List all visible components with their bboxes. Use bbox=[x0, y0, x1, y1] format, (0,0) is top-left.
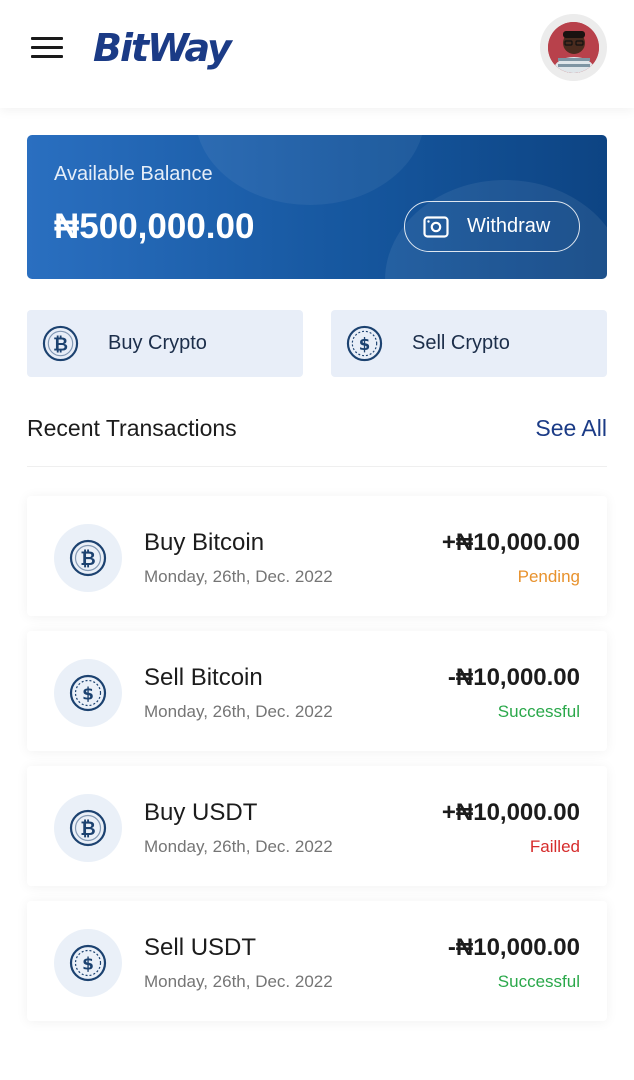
transaction-date: Monday, 26th, Dec. 2022 bbox=[144, 702, 333, 721]
balance-label: Available Balance bbox=[54, 163, 213, 185]
dollar-coin-icon: $ bbox=[346, 325, 383, 362]
transaction-name: Sell USDT bbox=[144, 934, 257, 961]
buy-crypto-label: Buy Crypto bbox=[108, 332, 207, 354]
svg-text:₿: ₿ bbox=[80, 818, 95, 840]
transaction-name: Buy Bitcoin bbox=[144, 529, 265, 556]
transaction-row[interactable]: $ Sell USDT Monday, 26th, Dec. 2022 -₦10… bbox=[27, 901, 607, 1021]
app-header: BitWay bbox=[0, 0, 634, 108]
transaction-row[interactable]: ₿ Buy USDT Monday, 26th, Dec. 2022 +₦10,… bbox=[27, 766, 607, 886]
withdraw-label: Withdraw bbox=[467, 215, 551, 237]
wallet-icon bbox=[423, 215, 449, 238]
buy-crypto-button[interactable]: ₿ Buy Crypto bbox=[27, 310, 303, 377]
transaction-row[interactable]: $ Sell Bitcoin Monday, 26th, Dec. 2022 -… bbox=[27, 631, 607, 751]
transaction-icon-wrap: $ bbox=[54, 929, 122, 997]
transaction-icon-wrap: $ bbox=[54, 659, 122, 727]
svg-text:$: $ bbox=[82, 685, 94, 705]
balance-amount: ₦500,000.00 bbox=[54, 207, 255, 246]
transaction-icon-wrap: ₿ bbox=[54, 794, 122, 862]
transaction-name: Buy USDT bbox=[144, 799, 258, 826]
transaction-icon-wrap: ₿ bbox=[54, 524, 122, 592]
balance-card: Available Balance ₦500,000.00 Withdraw bbox=[27, 135, 607, 279]
transaction-date: Monday, 26th, Dec. 2022 bbox=[144, 972, 333, 991]
svg-text:₿: ₿ bbox=[80, 548, 95, 570]
sell-crypto-label: Sell Crypto bbox=[412, 332, 510, 354]
transaction-amount: -₦10,000.00 bbox=[447, 934, 580, 961]
transaction-status: Successful bbox=[497, 972, 580, 991]
transaction-status: Failled bbox=[529, 837, 580, 856]
divider bbox=[27, 466, 607, 467]
svg-text:$: $ bbox=[82, 955, 94, 975]
sell-crypto-button[interactable]: $ Sell Crypto bbox=[331, 310, 607, 377]
app-logo[interactable]: BitWay bbox=[93, 26, 232, 70]
bitcoin-icon: ₿ bbox=[42, 325, 79, 362]
transaction-date: Monday, 26th, Dec. 2022 bbox=[144, 837, 333, 856]
transaction-amount: -₦10,000.00 bbox=[447, 664, 580, 691]
bitcoin-icon: ₿ bbox=[69, 539, 107, 577]
bitcoin-icon: ₿ bbox=[69, 809, 107, 847]
hamburger-menu-icon[interactable] bbox=[31, 37, 63, 59]
profile-avatar-button[interactable] bbox=[540, 14, 607, 81]
transaction-date: Monday, 26th, Dec. 2022 bbox=[144, 567, 333, 586]
see-all-link[interactable]: See All bbox=[535, 415, 607, 442]
svg-text:$: $ bbox=[359, 335, 371, 354]
section-title: Recent Transactions bbox=[27, 415, 237, 441]
transaction-amount: +₦10,000.00 bbox=[441, 799, 580, 826]
user-avatar bbox=[548, 22, 599, 73]
transaction-row[interactable]: ₿ Buy Bitcoin Monday, 26th, Dec. 2022 +₦… bbox=[27, 496, 607, 616]
dollar-coin-icon: $ bbox=[69, 674, 107, 712]
dollar-coin-icon: $ bbox=[69, 944, 107, 982]
transaction-amount: +₦10,000.00 bbox=[441, 529, 580, 556]
transaction-status: Successful bbox=[497, 702, 580, 721]
withdraw-button[interactable]: Withdraw bbox=[404, 201, 580, 252]
transaction-status: Pending bbox=[517, 567, 580, 586]
transaction-name: Sell Bitcoin bbox=[144, 664, 263, 691]
svg-text:₿: ₿ bbox=[53, 334, 68, 355]
